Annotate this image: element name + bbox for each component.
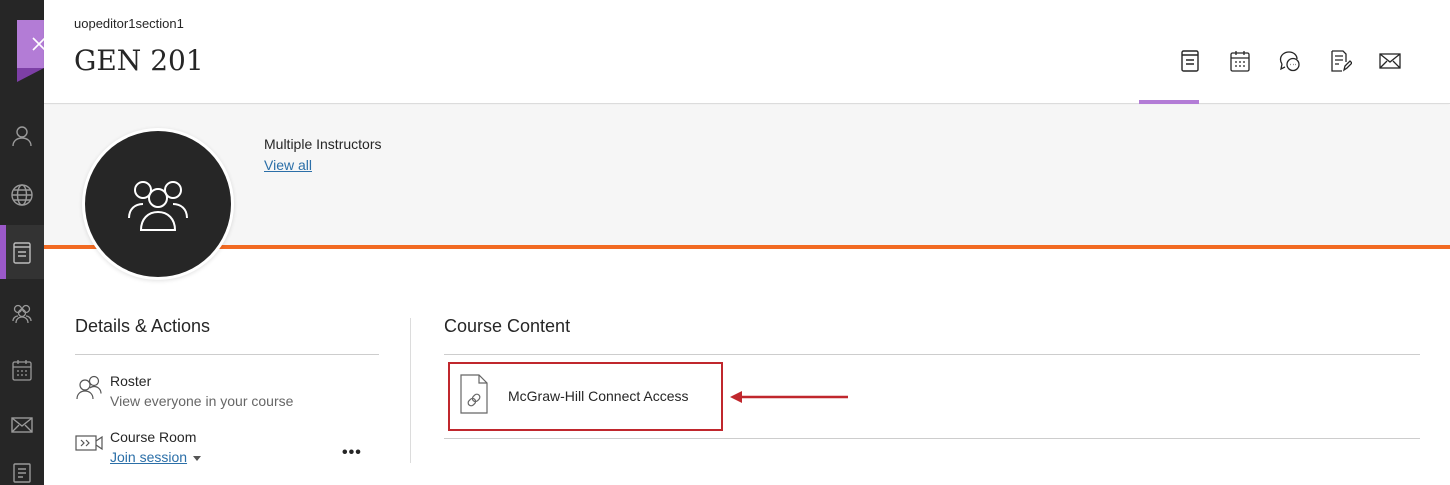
course-page: uopeditor1section1 GEN 201 Multiple Inst… — [0, 0, 1450, 485]
roster-icon — [76, 375, 102, 400]
course-content-icon — [1181, 50, 1199, 72]
calendar-nav-button[interactable] — [1220, 44, 1260, 78]
roster-item[interactable]: Roster View everyone in your course — [75, 373, 375, 417]
course-content-nav-button[interactable] — [1170, 44, 1210, 78]
group-icon — [128, 181, 188, 231]
rail-institution-icon[interactable] — [4, 177, 40, 213]
course-nav — [1170, 44, 1410, 78]
more-options-button[interactable]: ••• — [342, 444, 362, 462]
join-session-dropdown[interactable]: Join session — [110, 449, 202, 465]
gradebook-nav-button[interactable] — [1320, 44, 1360, 78]
join-session-link[interactable]: Join session — [110, 449, 187, 465]
messages-nav-button[interactable] — [1370, 44, 1410, 78]
course-header: uopeditor1section1 GEN 201 — [44, 0, 1450, 104]
column-divider — [410, 318, 411, 463]
rail-messages-icon[interactable] — [4, 407, 40, 443]
video-room-icon — [75, 435, 103, 451]
roster-description: View everyone in your course — [110, 393, 294, 409]
course-banner — [44, 105, 1450, 245]
course-room-item: Course Room Join session — [75, 429, 375, 473]
rail-profile-icon[interactable] — [4, 118, 40, 154]
view-all-instructors-link[interactable]: View all — [264, 157, 312, 173]
rail-calendar-icon[interactable] — [4, 352, 40, 388]
annotation-arrow-icon — [730, 391, 848, 403]
rail-organizations-icon[interactable] — [4, 295, 40, 331]
link-file-icon — [460, 374, 488, 414]
roster-label: Roster — [110, 373, 152, 389]
avatar — [85, 131, 231, 277]
divider — [444, 354, 1420, 355]
left-rail — [0, 0, 61, 485]
active-nav-underline — [1139, 100, 1199, 104]
rail-grades-icon[interactable] — [4, 455, 40, 485]
course-room-label: Course Room — [110, 429, 197, 445]
divider — [75, 354, 379, 355]
calendar-icon — [1230, 51, 1250, 72]
instructor-avatar — [82, 128, 234, 280]
course-title: GEN 201 — [74, 44, 204, 77]
course-id: uopeditor1section1 — [74, 16, 184, 31]
discussions-nav-button[interactable] — [1270, 44, 1310, 78]
details-actions-heading: Details & Actions — [75, 316, 211, 336]
chevron-down-icon[interactable] — [193, 455, 202, 461]
course-content-heading: Course Content — [444, 316, 571, 336]
discussions-icon — [1279, 51, 1300, 72]
content-item-label: McGraw-Hill Connect Access — [508, 388, 689, 404]
banner-accent-line — [44, 245, 1450, 249]
content-item-mcgraw-hill[interactable]: McGraw-Hill Connect Access — [448, 362, 723, 431]
messages-icon — [1379, 53, 1401, 69]
gradebook-icon — [1331, 50, 1352, 72]
close-button-fold — [17, 68, 44, 82]
instructors-label: Multiple Instructors — [264, 136, 382, 152]
divider — [444, 438, 1420, 439]
rail-courses-icon[interactable] — [4, 235, 40, 271]
